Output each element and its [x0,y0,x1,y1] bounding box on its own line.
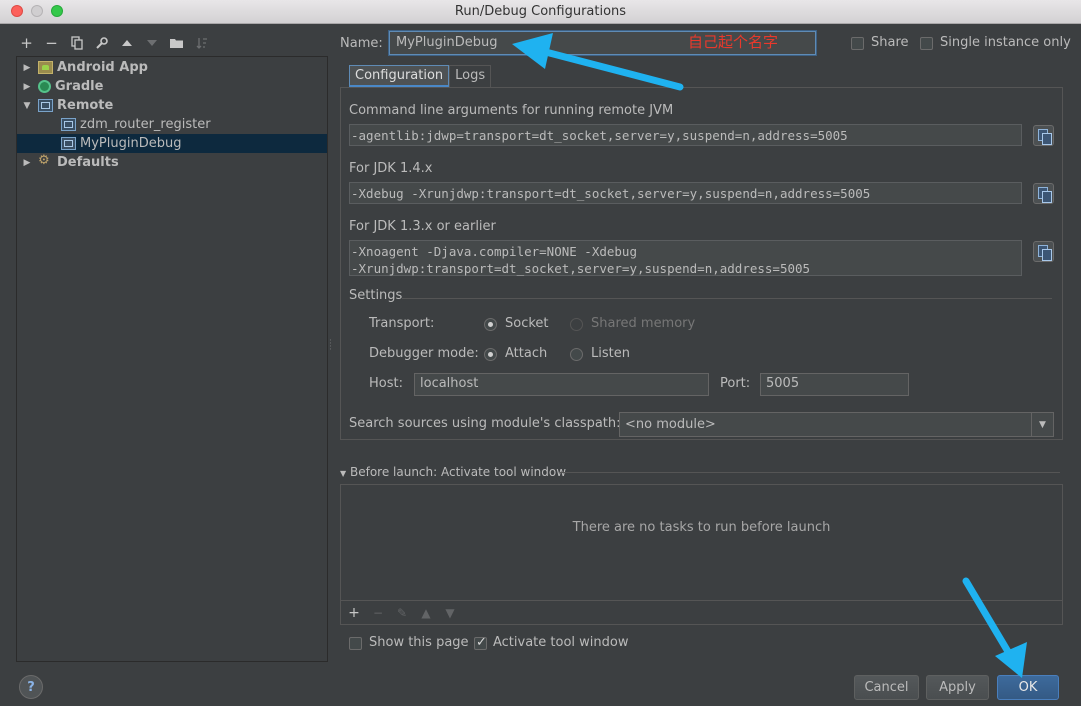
add-icon[interactable]: + [18,34,35,52]
mode-attach-radio[interactable] [484,348,497,361]
activate-tool-window-label: Activate tool window [493,635,629,650]
tree-item-android-app[interactable]: ▶ Android App [17,58,327,77]
name-label: Name: [340,36,383,51]
tree-item-myplugindebug[interactable]: MyPluginDebug [17,134,327,153]
mode-attach-label: Attach [505,346,548,361]
before-launch-panel: There are no tasks to run before launch … [340,484,1063,625]
tab-configuration[interactable]: Configuration [349,65,450,87]
single-instance-label: Single instance only [940,35,1071,50]
copy-to-clipboard-icon[interactable] [1033,183,1054,204]
copy-icon[interactable] [68,34,85,52]
host-label: Host: [369,376,403,391]
tree-item-label: Defaults [57,155,119,170]
tree-item-defaults[interactable]: ▶ Defaults [17,153,327,172]
config-toolbar: + − [18,33,210,53]
jdk13-args-field[interactable]: -Xnoagent -Djava.compiler=NONE -Xdebug -… [349,240,1022,276]
tab-logs[interactable]: Logs [449,65,492,87]
jdk14-label: For JDK 1.4.x [349,161,433,176]
move-down-icon[interactable]: ▼ [443,606,457,620]
transport-socket-radio[interactable] [484,318,497,331]
collapse-arrow-icon: ▼ [340,469,347,478]
move-up-icon[interactable] [118,34,135,52]
edit-task-icon[interactable]: ✎ [395,606,409,620]
remove-task-icon[interactable]: − [371,606,385,620]
expand-arrow-icon[interactable]: ▶ [22,63,32,73]
expand-arrow-icon[interactable]: ▶ [22,158,32,168]
debugger-mode-label: Debugger mode: [369,346,479,361]
help-button[interactable]: ? [19,675,43,699]
gradle-icon [38,80,51,93]
copy-to-clipboard-icon[interactable] [1033,125,1054,146]
collapse-arrow-icon[interactable]: ▼ [22,101,32,111]
copy-to-clipboard-icon[interactable] [1033,241,1054,262]
before-launch-empty-text: There are no tasks to run before launch [572,520,831,535]
tree-item-zdm-router-register[interactable]: zdm_router_register [17,115,327,134]
add-task-icon[interactable]: + [347,605,361,621]
before-launch-divider [560,472,1060,473]
share-checkbox[interactable] [851,37,864,50]
transport-shared-memory-radio[interactable] [570,318,583,331]
sort-icon[interactable] [193,34,210,52]
tree-item-label: MyPluginDebug [80,136,182,151]
annotation-text: 自己起个名字 [688,33,779,51]
folder-icon[interactable] [168,34,185,52]
splitter-handle[interactable]: · · · · [329,337,332,355]
tab-bar: Configuration Logs [349,65,492,87]
port-input[interactable]: 5005 [760,373,909,396]
apply-button[interactable]: Apply [926,675,989,700]
defaults-icon [38,153,53,169]
cmd-args-label: Command line arguments for running remot… [349,103,674,118]
tree-item-gradle[interactable]: ▶ Gradle [17,77,327,96]
host-input[interactable]: localhost [414,373,709,396]
before-launch-title: Before launch: Activate tool window [349,465,567,479]
jdk14-args-field[interactable]: -Xdebug -Xrunjdwp:transport=dt_socket,se… [349,182,1022,204]
settings-title: Settings [349,288,403,303]
show-this-page-label: Show this page [369,635,469,650]
expand-arrow-icon[interactable]: ▶ [22,82,32,92]
mode-listen-label: Listen [591,346,630,361]
before-launch-header[interactable]: ▼ Before launch: Activate tool window [340,465,566,479]
single-instance-checkbox[interactable] [920,37,933,50]
module-classpath-select[interactable]: <no module> ▼ [619,412,1054,437]
remove-icon[interactable]: − [43,34,60,52]
activate-tool-window-checkbox[interactable] [474,635,487,650]
remote-icon [38,99,53,112]
tree-item-label: zdm_router_register [80,117,211,132]
move-up-icon[interactable]: ▲ [419,606,433,620]
title-bar: Run/Debug Configurations [0,0,1081,24]
android-icon [38,61,53,74]
show-this-page-checkbox[interactable] [349,637,362,650]
tree-item-label: Gradle [55,79,104,94]
cmd-args-field[interactable]: -agentlib:jdwp=transport=dt_socket,serve… [349,124,1022,146]
share-label: Share [871,35,909,50]
window-title: Run/Debug Configurations [454,4,627,19]
classpath-label: Search sources using module's classpath: [349,416,621,431]
move-down-icon[interactable] [143,34,160,52]
cancel-button[interactable]: Cancel [854,675,919,700]
remote-config-icon [61,118,76,131]
transport-shared-memory-label: Shared memory [591,316,696,331]
remote-config-icon [61,137,76,150]
tree-item-label: Remote [57,98,114,113]
transport-label: Transport: [369,316,435,331]
before-launch-toolbar: + − ✎ ▲ ▼ [341,600,1062,624]
tree-item-remote[interactable]: ▼ Remote [17,96,327,115]
config-tree: ▶ Android App ▶ Gradle ▼ Remote zdm_rout… [16,56,328,662]
module-classpath-value: <no module> [625,417,716,432]
port-label: Port: [720,376,751,391]
wrench-icon[interactable] [93,34,110,52]
tree-item-label: Android App [57,60,148,75]
jdk13-label: For JDK 1.3.x or earlier [349,219,496,234]
transport-socket-label: Socket [505,316,549,331]
mode-listen-radio[interactable] [570,348,583,361]
chevron-down-icon[interactable]: ▼ [1031,413,1053,436]
ok-button[interactable]: OK [997,675,1059,700]
settings-divider [402,298,1052,299]
